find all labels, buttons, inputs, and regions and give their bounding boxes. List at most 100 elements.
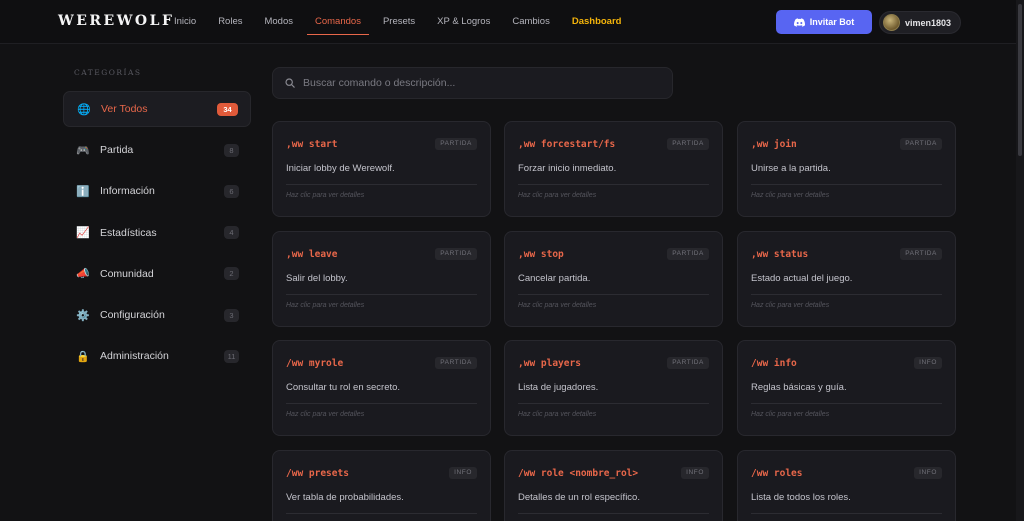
sidebar-count-badge: 11 bbox=[224, 349, 239, 363]
nav-item-xp-logros[interactable]: XP & Logros bbox=[429, 0, 498, 35]
sidebar-item-label: Estadísticas bbox=[100, 226, 157, 239]
category-badge: PARTIDA bbox=[435, 247, 477, 260]
sidebar-item-2[interactable]: ℹ️ Información 6 bbox=[63, 173, 251, 209]
sidebar-count-badge: 34 bbox=[217, 102, 238, 116]
command-card[interactable]: /ww presets INFO Ver tabla de probabilidad… bbox=[272, 449, 491, 521]
category-badge: INFO bbox=[914, 357, 942, 369]
category-badge: PARTIDA bbox=[435, 138, 477, 150]
command-card[interactable]: ,ww start PARTIDA Iniciar lobby de Werewol… bbox=[272, 121, 491, 217]
command-card[interactable]: ,ww forcestart/fs PARTIDA Forzar inicio in… bbox=[504, 121, 723, 217]
sidebar-item-0[interactable]: 🌐 Ver Todos 34 bbox=[63, 91, 251, 127]
card-divider bbox=[518, 403, 709, 404]
sidebar-count-badge: 3 bbox=[224, 308, 239, 322]
command-description: Consultar tu rol en secreto. bbox=[286, 382, 401, 393]
command-card[interactable]: /ww info INFO Reglas básicas y guía. Haz cl… bbox=[737, 340, 956, 436]
sidebar-item-6[interactable]: 🔒 Administración 11 bbox=[63, 338, 251, 374]
card-divider bbox=[518, 293, 709, 295]
search-input[interactable] bbox=[303, 77, 643, 89]
sidebar-item-1[interactable]: 🎮 Partida 8 bbox=[63, 132, 251, 168]
details-hint: Haz clic para ver detalles bbox=[751, 301, 830, 309]
search-bar[interactable] bbox=[272, 67, 673, 99]
info-icon: ℹ️ bbox=[76, 185, 90, 198]
details-hint: Haz clic para ver detalles bbox=[518, 301, 597, 309]
card-divider bbox=[286, 403, 477, 404]
sidebar-item-5[interactable]: ⚙️ Configuración 3 bbox=[63, 297, 251, 333]
command-card[interactable]: ,ww leave PARTIDA Salir del lobby. Haz clic… bbox=[272, 230, 491, 327]
sidebar-item-3[interactable]: 📈 Estadísticas 4 bbox=[63, 215, 251, 251]
category-badge: PARTIDA bbox=[900, 247, 942, 260]
card-divider bbox=[518, 184, 709, 185]
category-badge: INFO bbox=[449, 466, 477, 479]
category-badge: PARTIDA bbox=[435, 357, 477, 369]
user-menu[interactable]: vimen1803 bbox=[879, 11, 961, 34]
command-card[interactable]: /ww myrole PARTIDA Consultar tu rol en sec… bbox=[272, 340, 491, 436]
card-divider bbox=[751, 184, 942, 185]
card-divider bbox=[751, 403, 942, 404]
username: vimen1803 bbox=[905, 17, 952, 28]
category-badge: INFO bbox=[914, 466, 942, 479]
command-description: Cancelar partida. bbox=[518, 272, 591, 284]
command-description: Unirse a la partida. bbox=[751, 163, 831, 174]
nav-item-presets[interactable]: Presets bbox=[375, 0, 423, 35]
command-card[interactable]: ,ww status PARTIDA Estado actual del juego… bbox=[737, 230, 956, 327]
categories-heading: CATEGORÍAS bbox=[74, 68, 142, 77]
avatar bbox=[883, 14, 900, 31]
card-divider bbox=[518, 512, 709, 514]
command-description: Reglas básicas y guía. bbox=[751, 382, 847, 393]
nav-item-cambios[interactable]: Cambios bbox=[504, 0, 558, 35]
command-description: Forzar inicio inmediato. bbox=[518, 163, 617, 174]
command-card[interactable]: ,ww stop PARTIDA Cancelar partida. Haz clic… bbox=[504, 230, 723, 327]
invite-bot-button[interactable]: Invitar Bot bbox=[776, 10, 872, 34]
card-divider bbox=[751, 512, 942, 514]
details-hint: Haz clic para ver detalles bbox=[286, 301, 365, 309]
nav-item-dashboard[interactable]: Dashboard bbox=[564, 0, 630, 35]
command-name: ,ww start bbox=[286, 139, 338, 150]
sidebar-count-badge: 4 bbox=[224, 226, 239, 240]
command-description: Detalles de un rol específico. bbox=[518, 491, 640, 503]
command-name: /ww info bbox=[751, 358, 797, 369]
gear-icon: ⚙️ bbox=[76, 309, 90, 322]
card-divider bbox=[286, 293, 477, 295]
command-name: /ww role <nombre_rol> bbox=[518, 467, 639, 479]
details-hint: Haz clic para ver detalles bbox=[286, 411, 365, 418]
command-card[interactable]: ,ww join PARTIDA Unirse a la partida. Haz c… bbox=[737, 121, 956, 217]
command-description: Ver tabla de probabilidades. bbox=[286, 491, 404, 503]
command-name: ,ww join bbox=[751, 139, 797, 150]
sidebar-item-label: Comunidad bbox=[100, 267, 154, 280]
sidebar-item-label: Partida bbox=[100, 144, 134, 157]
command-name: /ww presets bbox=[286, 467, 349, 479]
main-nav: Inicio Roles Modos Comandos Presets XP & Logr… bbox=[166, 0, 635, 44]
sidebar-count-badge: 6 bbox=[224, 184, 239, 198]
card-divider bbox=[751, 293, 942, 295]
page-scrollbar[interactable] bbox=[1016, 0, 1024, 521]
details-hint: Haz clic para ver detalles bbox=[751, 192, 830, 199]
sidebar-item-4[interactable]: 📣 Comunidad 2 bbox=[63, 256, 251, 292]
sidebar-item-label: Información bbox=[100, 185, 155, 198]
command-card[interactable]: ,ww players PARTIDA Lista de jugadores. Haz… bbox=[504, 340, 723, 436]
scrollbar-thumb[interactable] bbox=[1018, 4, 1022, 156]
details-hint: Haz clic para ver detalles bbox=[518, 411, 597, 418]
nav-item-modos[interactable]: Modos bbox=[256, 0, 301, 35]
command-name: /ww roles bbox=[751, 467, 803, 479]
nav-item-inicio[interactable]: Inicio bbox=[166, 0, 204, 35]
lock-icon: 🔒 bbox=[76, 350, 90, 363]
category-badge: PARTIDA bbox=[667, 138, 709, 150]
invite-bot-label: Invitar Bot bbox=[809, 17, 855, 27]
category-badge: PARTIDA bbox=[667, 357, 709, 369]
card-divider bbox=[286, 512, 477, 514]
nav-item-roles[interactable]: Roles bbox=[210, 0, 250, 35]
globe-icon: 🌐 bbox=[77, 103, 91, 116]
gamepad-icon: 🎮 bbox=[76, 144, 90, 157]
command-description: Lista de jugadores. bbox=[518, 382, 599, 393]
command-card[interactable]: /ww roles INFO Lista de todos los roles. bbox=[737, 449, 956, 521]
sidebar-count-badge: 2 bbox=[224, 267, 239, 281]
card-divider bbox=[286, 184, 477, 185]
site-logo[interactable]: WEREWOLF bbox=[58, 13, 174, 29]
details-hint: Haz clic para ver detalles bbox=[518, 192, 597, 199]
nav-item-comandos[interactable]: Comandos bbox=[307, 0, 369, 35]
command-name: ,ww players bbox=[518, 358, 581, 369]
details-hint: Haz clic para ver detalles bbox=[286, 192, 365, 199]
command-card[interactable]: /ww role <nombre_rol> INFO Detalles de un … bbox=[504, 449, 723, 521]
command-name: ,ww forcestart/fs bbox=[518, 139, 616, 150]
category-badge: PARTIDA bbox=[667, 247, 709, 260]
